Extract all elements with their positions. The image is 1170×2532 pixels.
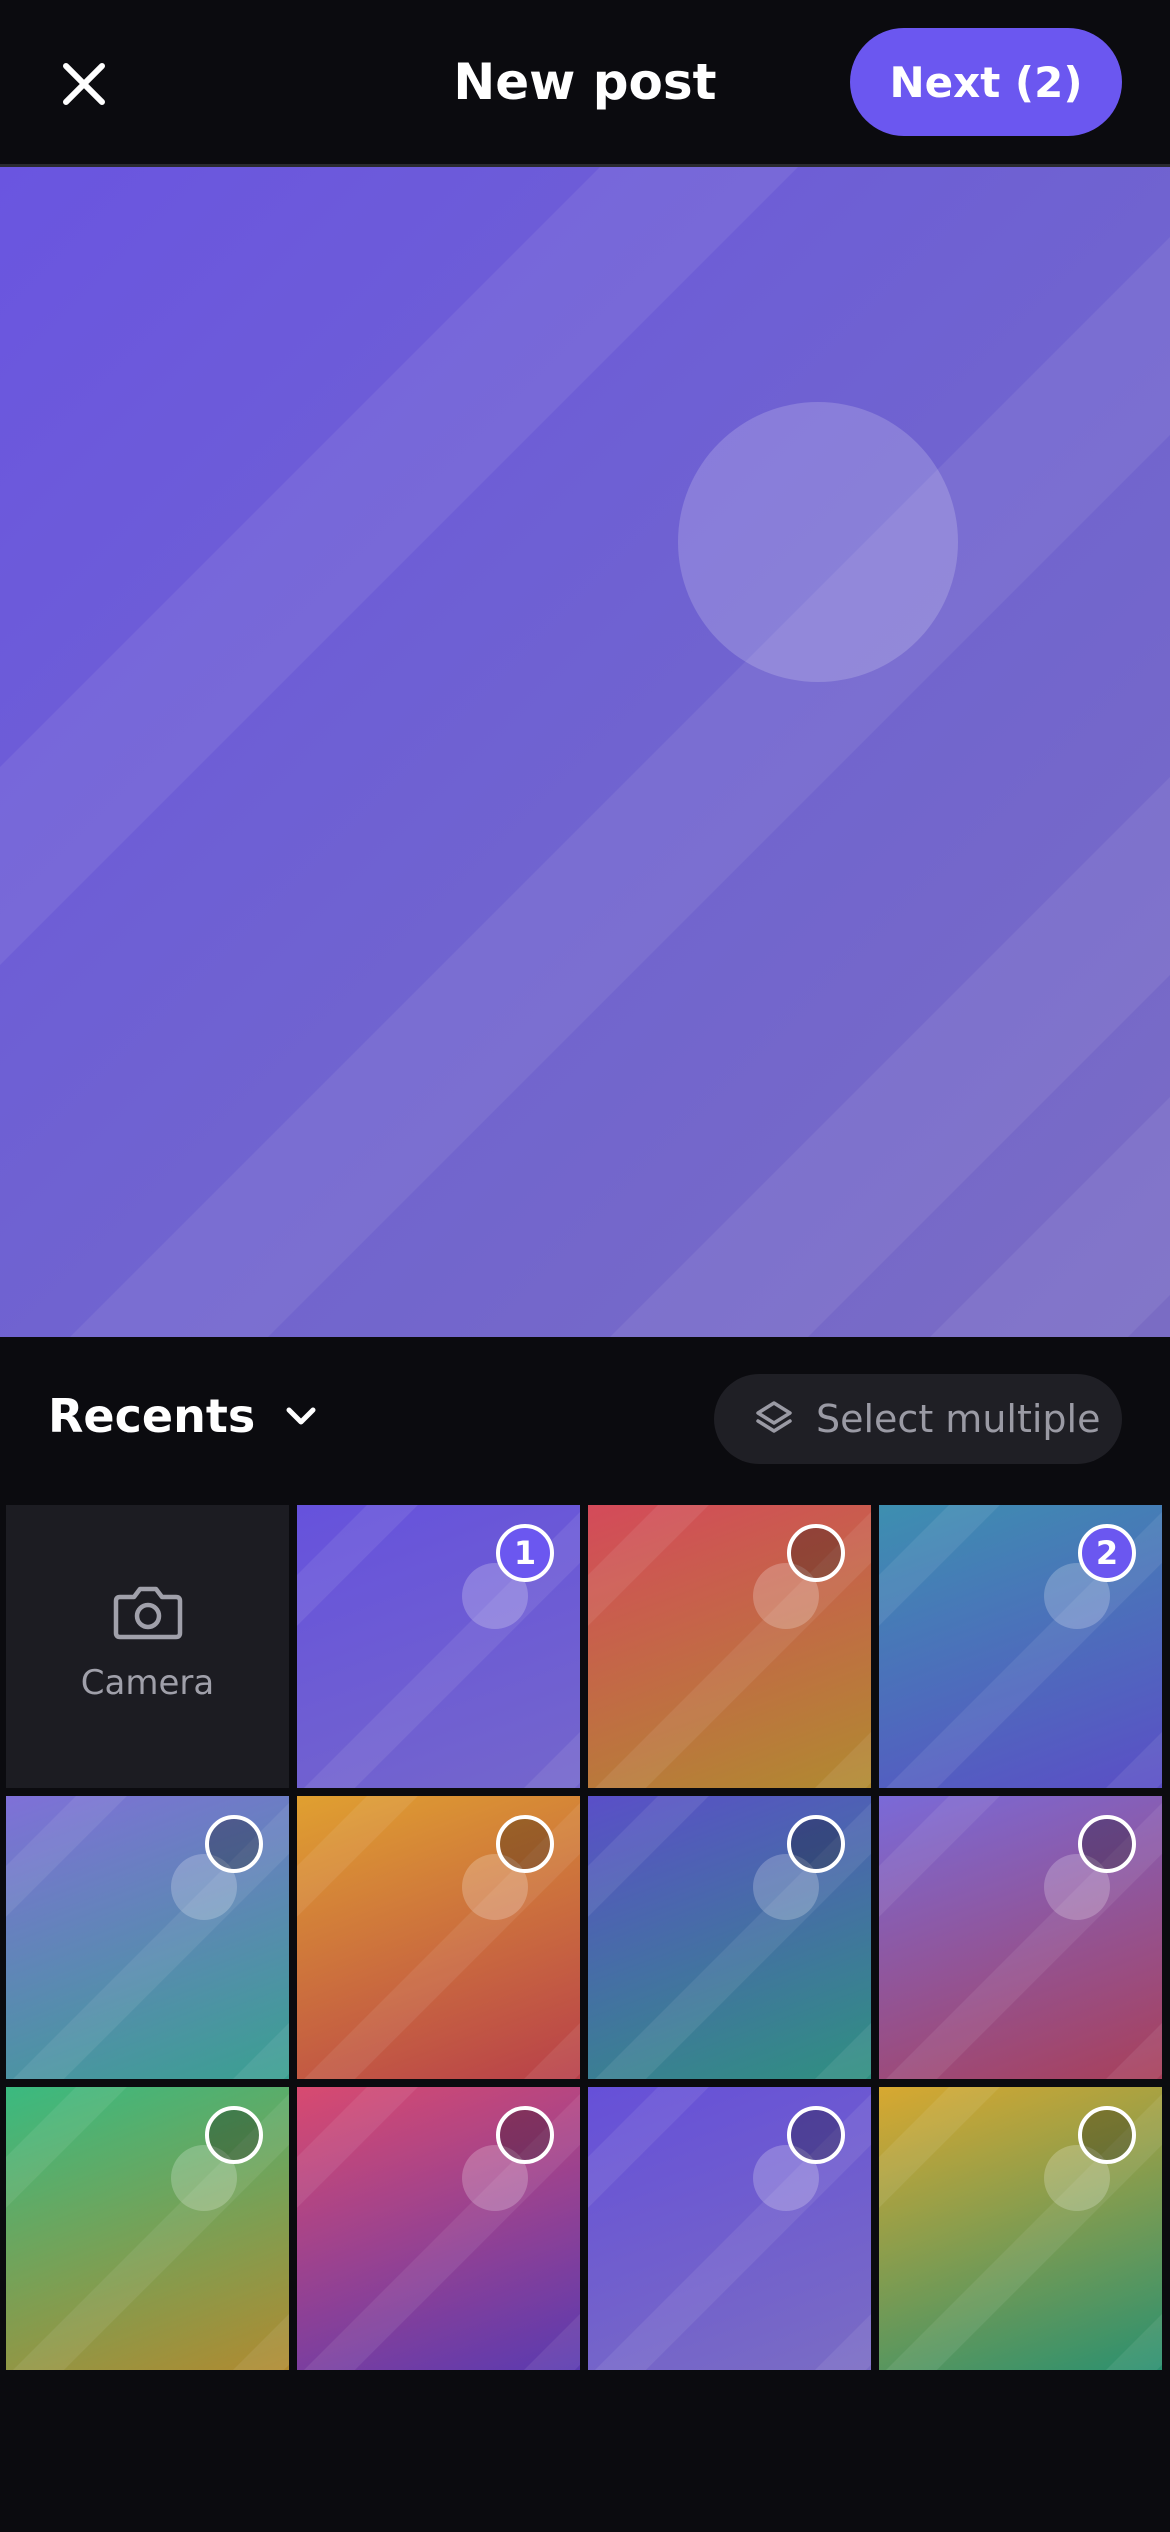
photo-tile[interactable] bbox=[588, 2087, 871, 2370]
select-circle[interactable] bbox=[787, 2106, 845, 2164]
camera-label: Camera bbox=[80, 1662, 215, 1703]
select-circle[interactable] bbox=[496, 2106, 554, 2164]
selected-photo-preview[interactable] bbox=[0, 167, 1170, 1337]
photo-tile[interactable] bbox=[879, 1796, 1162, 2079]
select-circle[interactable] bbox=[205, 2106, 263, 2164]
album-picker[interactable]: Recents bbox=[48, 1389, 319, 1443]
next-button[interactable]: Next (2) bbox=[850, 28, 1122, 136]
select-circle[interactable] bbox=[496, 1815, 554, 1873]
camera-tile[interactable]: Camera bbox=[6, 1505, 289, 1788]
select-circle[interactable] bbox=[787, 1815, 845, 1873]
select-multiple-button[interactable]: Select multiple bbox=[714, 1374, 1122, 1464]
top-bar: New post Next (2) bbox=[0, 0, 1170, 167]
select-multiple-label: Select multiple bbox=[816, 1397, 1101, 1441]
selection-number-badge[interactable]: 2 bbox=[1078, 1524, 1136, 1582]
select-circle[interactable] bbox=[1078, 2106, 1136, 2164]
photo-tile[interactable] bbox=[297, 1796, 580, 2079]
photo-tile[interactable] bbox=[6, 2087, 289, 2370]
album-label: Recents bbox=[48, 1389, 256, 1443]
close-button[interactable] bbox=[48, 48, 120, 120]
photo-tile[interactable]: 2 bbox=[879, 1505, 1162, 1788]
photo-tile[interactable] bbox=[588, 1796, 871, 2079]
photo-tile[interactable]: 1 bbox=[297, 1505, 580, 1788]
select-circle[interactable] bbox=[787, 1524, 845, 1582]
close-icon bbox=[63, 63, 105, 105]
photo-tile[interactable] bbox=[6, 1796, 289, 2079]
select-circle[interactable] bbox=[1078, 1815, 1136, 1873]
chevron-down-icon bbox=[283, 1398, 319, 1434]
photo-tile[interactable] bbox=[879, 2087, 1162, 2370]
preview-sun-shape bbox=[678, 402, 958, 682]
selection-number-badge[interactable]: 1 bbox=[496, 1524, 554, 1582]
gallery-toolbar: Recents Select multiple bbox=[0, 1337, 1170, 1497]
camera-icon bbox=[113, 1586, 182, 1639]
photo-tile[interactable] bbox=[297, 2087, 580, 2370]
layers-icon bbox=[754, 1399, 794, 1439]
photo-tile[interactable] bbox=[588, 1505, 871, 1788]
select-circle[interactable] bbox=[205, 1815, 263, 1873]
